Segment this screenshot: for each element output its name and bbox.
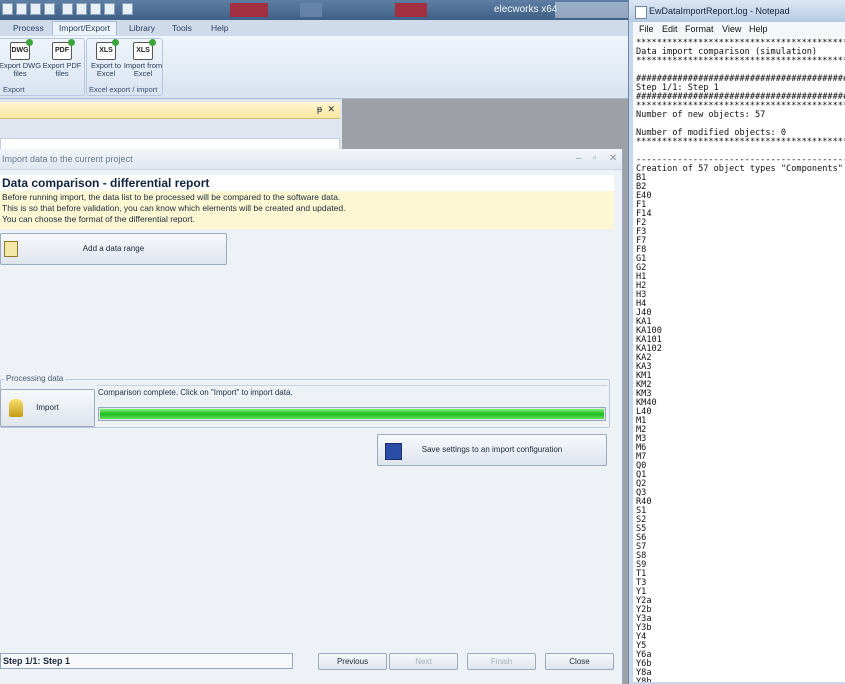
notepad-title: EwDataImportReport.log - Notepad	[649, 6, 790, 16]
ribbon-group-excel: XLS Export to Excel XLS Import from Exce…	[86, 38, 163, 96]
step-label: Step 1/1: Step 1	[3, 656, 71, 666]
import-label: Import	[36, 403, 59, 412]
quick-access-save-icon[interactable]	[30, 3, 41, 15]
minimize-icon[interactable]: –	[576, 153, 582, 164]
add-range-icon	[4, 241, 18, 257]
export-pdf-button[interactable]: PDF Export PDF files	[40, 39, 84, 78]
notepad-icon	[635, 6, 647, 19]
next-button[interactable]: Next	[389, 653, 458, 670]
status-text: Comparison complete. Click on "Import" t…	[98, 388, 293, 397]
quick-access-help-icon[interactable]	[122, 3, 133, 15]
import-from-excel-label: Import from Excel	[123, 61, 163, 78]
export-to-excel-button[interactable]: XLS Export to Excel	[87, 39, 125, 78]
export-pdf-label: Export PDF files	[42, 61, 82, 78]
app-title: elecworks x64	[494, 4, 558, 15]
log-text: ****************************************…	[636, 38, 845, 683]
save-settings-button[interactable]: Save settings to an import configuration	[377, 434, 607, 466]
note-line: Before running import, the data list to …	[2, 192, 341, 202]
close-icon[interactable]: ✕	[327, 104, 335, 115]
dialog-title: Import data to the current project	[2, 154, 133, 164]
status-divider	[97, 385, 607, 386]
save-settings-label: Save settings to an import configuration	[421, 445, 563, 454]
close-icon[interactable]: ✕	[609, 153, 617, 164]
finish-button[interactable]: Finish	[467, 653, 536, 670]
tab-import-export[interactable]: Import/Export	[52, 21, 118, 35]
import-from-excel-button[interactable]: XLS Import from Excel	[123, 39, 163, 78]
ribbon: DWG Export DWG files PDF Export PDF file…	[0, 36, 630, 99]
notepad-menu-bar: File Edit Format View Help	[633, 22, 845, 37]
ribbon-group-label: Export	[3, 85, 25, 94]
note-line: You can choose the format of the differe…	[2, 214, 195, 224]
import-button[interactable]: Import	[0, 389, 95, 427]
progress-bar	[98, 407, 606, 421]
tab-process[interactable]: Process	[7, 22, 50, 34]
dwg-file-icon: DWG	[10, 39, 33, 60]
notepad-window: EwDataImportReport.log - Notepad File Ed…	[628, 0, 845, 684]
export-dwg-label: Export DWG files	[0, 61, 42, 78]
database-import-icon	[9, 399, 23, 417]
previous-button[interactable]: Previous	[318, 653, 387, 670]
quick-access-new-icon[interactable]	[2, 3, 13, 15]
export-to-excel-label: Export to Excel	[90, 61, 121, 78]
maximize-icon[interactable]: ▫	[593, 153, 597, 164]
tab-library[interactable]: Library	[123, 22, 161, 34]
note-line: This is so that before validation, you c…	[2, 203, 346, 213]
progress-fill	[100, 409, 604, 419]
quick-access-open-icon[interactable]	[16, 3, 27, 15]
xls-file-icon: XLS	[133, 39, 156, 60]
notepad-text-area[interactable]: ****************************************…	[633, 37, 845, 682]
menu-view[interactable]: View	[722, 24, 741, 34]
quick-access-nav-icon[interactable]	[90, 3, 101, 15]
pin-icon[interactable]: ᵽ	[317, 104, 322, 114]
ribbon-group-export: DWG Export DWG files PDF Export PDF file…	[0, 38, 85, 96]
add-data-range-label: Add a data range	[82, 244, 145, 253]
close-button[interactable]: Close	[545, 653, 614, 670]
xls-file-icon: XLS	[96, 39, 119, 60]
import-dialog: Import data to the current project – ▫ ✕…	[0, 149, 623, 684]
menu-help[interactable]: Help	[749, 24, 768, 34]
add-data-range-button[interactable]: Add a data range	[0, 233, 227, 265]
pdf-file-icon: PDF	[52, 39, 75, 60]
quick-access-zoom-icon[interactable]	[62, 3, 73, 15]
ribbon-tab-bar: Process Import/Export Library Tools Help	[0, 20, 630, 36]
export-dwg-button[interactable]: DWG Export DWG files	[0, 39, 42, 78]
save-disk-icon	[385, 443, 402, 460]
quick-access-undo-icon[interactable]	[104, 3, 115, 15]
menu-format[interactable]: Format	[685, 24, 714, 34]
dialog-title-bar: Import data to the current project – ▫ ✕	[0, 149, 622, 170]
quick-access-search-icon[interactable]	[76, 3, 87, 15]
menu-file[interactable]: File	[639, 24, 654, 34]
title-decoration-icon	[395, 3, 427, 17]
title-decoration-icon	[300, 3, 322, 17]
title-decoration-icon	[230, 3, 268, 17]
info-note: Before running import, the data list to …	[0, 191, 614, 229]
app-title-bar: elecworks x64	[0, 0, 630, 20]
menu-edit[interactable]: Edit	[662, 24, 678, 34]
quick-access-print-icon[interactable]	[44, 3, 55, 15]
ribbon-group-label: Excel export / import	[89, 85, 158, 94]
page-title: Data comparison - differential report	[2, 176, 210, 190]
step-indicator: Step 1/1: Step 1	[0, 653, 293, 669]
notepad-title-bar: EwDataImportReport.log - Notepad	[629, 0, 845, 22]
tab-tools[interactable]: Tools	[166, 22, 198, 34]
processing-legend: Processing data	[4, 374, 66, 383]
tab-help[interactable]: Help	[205, 22, 234, 34]
panel-header: ᵽ ✕	[0, 102, 340, 119]
report-heading-band: Data comparison - differential report	[0, 175, 614, 191]
title-badge	[555, 2, 630, 18]
